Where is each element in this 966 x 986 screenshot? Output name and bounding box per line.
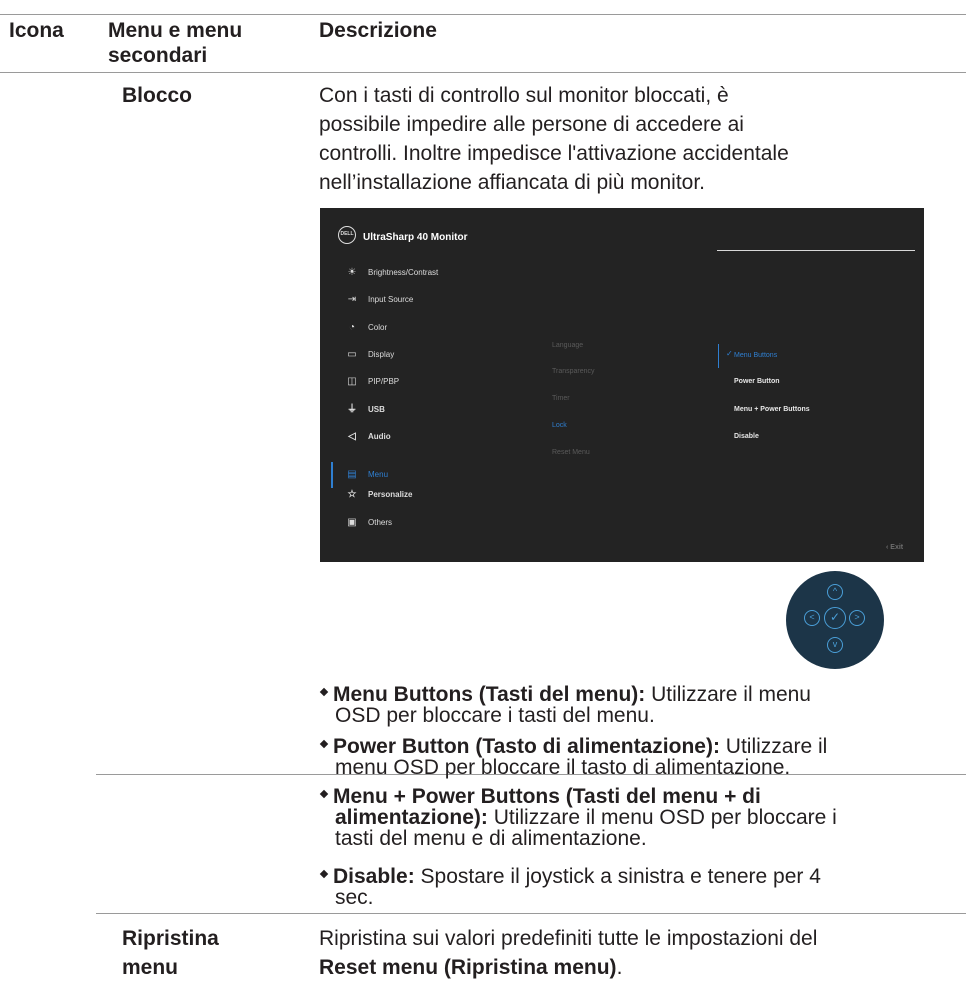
bullet-icon	[319, 740, 329, 749]
osd-menu-label: Input Source	[368, 295, 414, 304]
osd-option-power-button[interactable]: Power Button	[734, 378, 780, 385]
bullet-term: Power Button (Tasto di alimentazione):	[333, 735, 720, 758]
header-menu-line2: secondari	[108, 44, 208, 67]
osd-option-menu-power-buttons[interactable]: Menu + Power Buttons	[734, 406, 810, 413]
joystick-center-icon: ✓	[824, 607, 846, 629]
header-menu-column: Menu e menu secondari	[108, 18, 242, 68]
osd-menu-label: Menu	[368, 470, 389, 479]
lock-desc-line: Con i tasti di controllo sul monitor blo…	[319, 84, 729, 107]
bullet-text: Spostare il joystick a sinistra e tenere…	[414, 865, 821, 888]
osd-menu-brightness[interactable]: ☀ Brightness/Contrast	[346, 264, 439, 282]
lock-desc-line: possibile impedire alle persone di acced…	[319, 113, 744, 136]
osd-menu-label: Display	[368, 350, 395, 359]
bullet-text: tasti del menu e di alimentazione.	[335, 827, 647, 850]
reset-desc-line: Ripristina sui valori predefiniti tutte …	[319, 927, 818, 950]
osd-menu-usb[interactable]: ⏚ USB	[346, 401, 385, 419]
osd-menu-label: Personalize	[368, 490, 413, 499]
header-icon-column: Icona	[9, 19, 64, 42]
osd-exit-label: Exit	[890, 544, 904, 551]
joystick-up-icon: ^	[827, 584, 843, 600]
input-source-icon: ⇥	[347, 294, 357, 305]
bullet-icon	[319, 688, 329, 697]
lock-desc-line: controlli. Inoltre impedisce l'attivazio…	[319, 142, 789, 165]
osd-menu-label: Others	[368, 518, 393, 527]
osd-submenu-lock[interactable]: Lock	[552, 422, 567, 429]
bullet-disable: Disable: Spostare il joystick a sinistra…	[319, 866, 959, 908]
joystick-diagram: ^ < ✓ > v	[786, 571, 884, 669]
bullet-text: Utilizzare il	[719, 735, 828, 758]
dell-logo: DELL	[338, 226, 356, 244]
lock-desc-line: nell’installazione affiancata di più mon…	[319, 171, 706, 194]
header-menu-line1: Menu e menu	[108, 19, 243, 42]
joystick-left-icon: <	[804, 610, 820, 626]
osd-menu-label: USB	[368, 405, 385, 414]
osd-exit-button[interactable]: ‹ Exit	[886, 544, 903, 551]
bullet-icon	[319, 790, 329, 799]
check-icon: ✓	[726, 349, 733, 358]
osd-menu-input-source[interactable]: ⇥ Input Source	[346, 291, 414, 309]
reset-label-line2: menu	[122, 956, 179, 979]
bullet-term: Menu + Power Buttons (Tasti del menu + d…	[333, 785, 761, 808]
osd-submenu-language[interactable]: Language	[552, 342, 583, 349]
osd-screenshot: DELL UltraSharp 40 Monitor ☀ Brightness/C…	[320, 208, 924, 562]
reset-label-line1: Ripristina	[122, 927, 219, 950]
reset-row-divider	[96, 913, 966, 914]
osd-submenu-timer[interactable]: Timer	[552, 395, 570, 402]
bullet-text: Utilizzare il menu	[645, 683, 811, 706]
bullet-term: Menu Buttons (Tasti del menu):	[333, 683, 646, 706]
others-icon: ▣	[347, 517, 357, 528]
star-icon: ☆	[347, 489, 357, 500]
lock-label: Blocco	[122, 84, 193, 107]
reset-label: Ripristina menu	[122, 924, 219, 982]
osd-menu-label: Color	[368, 323, 388, 332]
menu-icon: ▤	[347, 469, 357, 480]
bullet-menu-power-buttons: Menu + Power Buttons (Tasti del menu + d…	[319, 786, 959, 849]
bullet-text: sec.	[335, 886, 374, 909]
osd-selection-bar	[331, 462, 333, 488]
osd-menu-others[interactable]: ▣ Others	[346, 514, 392, 532]
usb-icon: ⏚	[347, 404, 357, 415]
bullet-menu-buttons: Menu Buttons (Tasti del menu): Utilizzar…	[319, 684, 959, 726]
bullet-term: alimentazione):	[335, 806, 488, 829]
osd-menu-pip-pbp[interactable]: ◫ PIP/PBP	[346, 373, 399, 391]
reset-desc-bold: Reset menu (Ripristina menu)	[319, 956, 617, 979]
joystick-right-icon: >	[849, 610, 865, 626]
bullet-text: menu OSD per bloccare il tasto di alimen…	[335, 756, 791, 779]
audio-icon: ◁	[348, 431, 356, 442]
osd-title-divider	[717, 250, 915, 251]
color-icon: ◔	[348, 322, 356, 333]
joystick-down-icon: v	[827, 637, 843, 653]
lock-description: Con i tasti di controllo sul monitor blo…	[319, 81, 959, 197]
osd-menu-personalize[interactable]: ☆ Personalize	[346, 486, 413, 504]
osd-menu-display[interactable]: ▭ Display	[346, 346, 394, 364]
osd-option-disable[interactable]: Disable	[734, 433, 759, 440]
osd-menu-label: PIP/PBP	[368, 377, 400, 386]
header-description-column: Descrizione	[319, 19, 437, 42]
osd-menu-label: Audio	[368, 432, 391, 441]
reset-desc-end: .	[616, 956, 623, 979]
osd-menu-audio[interactable]: ◁ Audio	[346, 428, 391, 446]
osd-menu-color[interactable]: ◔ Color	[346, 319, 387, 337]
bullet-icon	[319, 870, 329, 879]
table-top-rule	[0, 14, 966, 15]
display-icon: ▭	[347, 349, 357, 360]
reset-description: Ripristina sui valori predefiniti tutte …	[319, 924, 959, 982]
osd-title: UltraSharp 40 Monitor	[363, 232, 468, 243]
brightness-icon: ☀	[347, 267, 357, 278]
osd-option-menu-buttons[interactable]: Menu Buttons	[734, 352, 777, 359]
bullet-power-button: Power Button (Tasto di alimentazione): U…	[319, 736, 959, 778]
osd-submenu-reset-menu[interactable]: Reset Menu	[552, 449, 590, 456]
osd-menu-label: Brightness/Contrast	[368, 268, 439, 277]
header-bottom-rule	[0, 72, 966, 73]
bullet-text: OSD per bloccare i tasti del menu.	[335, 704, 655, 727]
pip-pbp-icon: ◫	[347, 376, 357, 387]
osd-submenu-transparency[interactable]: Transparency	[552, 368, 595, 375]
osd-option-selection-bar	[718, 344, 719, 368]
bullet-text: Utilizzare il menu OSD per bloccare i	[487, 806, 837, 829]
osd-menu-menu[interactable]: ▤ Menu	[346, 466, 388, 484]
bullet-term: Disable:	[333, 865, 415, 888]
